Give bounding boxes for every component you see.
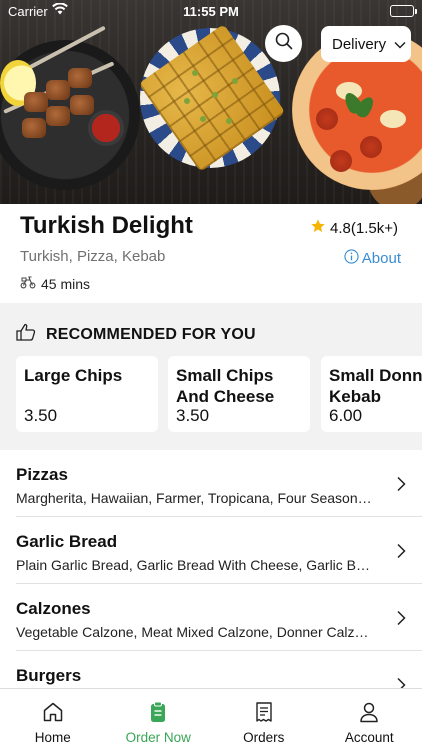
- menu-category-title: Calzones: [16, 599, 91, 618]
- kebab-meat: [70, 95, 94, 115]
- restaurant-name: Turkish Delight: [20, 212, 193, 239]
- pistachio: [232, 78, 238, 84]
- recommended-item-price: 3.50: [176, 406, 210, 425]
- pizza-topping: [360, 136, 382, 158]
- recommended-item-card[interactable]: Large Chips 3.50: [16, 356, 158, 432]
- menu-category-items: Vegetable Calzone, Meat Mixed Calzone, D…: [16, 624, 372, 640]
- menu-category-items: Margherita, Hawaiian, Farmer, Tropicana,…: [16, 490, 372, 506]
- recommended-item-price: 3.50: [24, 406, 58, 425]
- tab-label: Orders: [243, 730, 285, 745]
- kebab-meat: [22, 118, 46, 138]
- receipt-icon: [254, 701, 274, 726]
- menu-category-title: Burgers: [16, 666, 82, 685]
- recommended-heading-text: RECOMMENDED FOR YOU: [46, 325, 256, 343]
- star-icon: [310, 218, 326, 238]
- pistachio: [184, 98, 190, 104]
- cuisine-list: Turkish, Pizza, Kebab: [20, 248, 166, 265]
- recommended-item-name: Small Chips And Cheese: [176, 366, 275, 406]
- menu-category-pizzas[interactable]: Pizzas Margherita, Hawaiian, Farmer, Tro…: [0, 450, 422, 517]
- bottom-tab-bar: Home Order Now Orders Account: [0, 688, 422, 750]
- chevron-right-icon: [396, 476, 406, 497]
- pistachio: [212, 92, 218, 98]
- search-button[interactable]: [265, 25, 302, 62]
- recommended-section: RECOMMENDED FOR YOU Large Chips 3.50 Sma…: [0, 303, 422, 450]
- restaurant-screen: Carrier 11:55 PM Delivery Turkish Deligh…: [0, 0, 422, 750]
- tab-label: Order Now: [125, 730, 191, 745]
- menu-category-garlic-bread[interactable]: Garlic Bread Plain Garlic Bread, Garlic …: [0, 517, 422, 584]
- status-bar: Carrier 11:55 PM: [0, 0, 422, 22]
- pistachio: [200, 116, 206, 122]
- rating-value: 4.8(1.5k+): [330, 219, 398, 237]
- chevron-right-icon: [396, 610, 406, 631]
- delivery-scooter-icon: [20, 275, 36, 292]
- menu-category-calzones[interactable]: Calzones Vegetable Calzone, Meat Mixed C…: [0, 584, 422, 651]
- menu-category-list: Pizzas Margherita, Hawaiian, Farmer, Tro…: [0, 450, 422, 718]
- kebab-meat: [46, 80, 70, 100]
- about-label: About: [361, 250, 401, 267]
- tab-account[interactable]: Account: [317, 689, 422, 750]
- clock-label: 11:55 PM: [183, 4, 239, 19]
- home-icon: [42, 701, 64, 726]
- tab-home[interactable]: Home: [0, 689, 106, 750]
- kebab-meat: [24, 92, 48, 112]
- rating-badge: 4.8(1.5k+): [310, 218, 398, 238]
- account-icon: [358, 701, 380, 726]
- menu-category-items: Plain Garlic Bread, Garlic Bread With Ch…: [16, 557, 372, 573]
- recommended-item-name: Large Chips: [24, 366, 123, 385]
- recommended-item-price: 6.00: [329, 406, 363, 425]
- sauce-bowl: [88, 110, 124, 146]
- kebab-meat: [46, 106, 70, 126]
- pistachio: [226, 118, 232, 124]
- hero-banner-image: Carrier 11:55 PM Delivery: [0, 0, 422, 204]
- kebab-meat: [68, 68, 92, 88]
- recommended-item-card[interactable]: Small Chips And Cheese 3.50: [168, 356, 310, 432]
- recommended-item-card[interactable]: Small Donner Kebab 6.00: [321, 356, 422, 432]
- thumbs-up-icon: [16, 323, 36, 346]
- menu-category-title: Pizzas: [16, 465, 68, 484]
- tab-order-now[interactable]: Order Now: [106, 689, 212, 750]
- info-icon: [344, 249, 359, 268]
- tab-label: Account: [344, 730, 394, 745]
- order-icon: [148, 701, 168, 726]
- about-link[interactable]: About: [344, 249, 401, 268]
- battery-icon: [390, 5, 417, 17]
- pistachio: [192, 70, 198, 76]
- pizza-topping: [316, 108, 338, 130]
- restaurant-info: Turkish Delight 4.8(1.5k+) Turkish, Pizz…: [0, 204, 422, 303]
- tab-label: Home: [34, 730, 71, 745]
- delivery-mode-label: Delivery: [332, 35, 387, 53]
- delivery-mode-dropdown[interactable]: Delivery: [321, 26, 411, 62]
- baklava: [138, 23, 286, 173]
- pizza-topping: [330, 150, 352, 172]
- menu-category-title: Garlic Bread: [16, 532, 118, 551]
- recommended-heading: RECOMMENDED FOR YOU: [16, 323, 256, 346]
- chevron-down-icon: [394, 36, 406, 53]
- search-icon: [275, 32, 293, 55]
- delivery-time-value: 45 mins: [41, 275, 91, 292]
- recommended-item-name: Small Donner Kebab: [329, 366, 422, 406]
- delivery-time: 45 mins: [20, 275, 90, 292]
- tab-orders[interactable]: Orders: [211, 689, 317, 750]
- pizza-topping: [380, 110, 406, 128]
- chevron-right-icon: [396, 543, 406, 564]
